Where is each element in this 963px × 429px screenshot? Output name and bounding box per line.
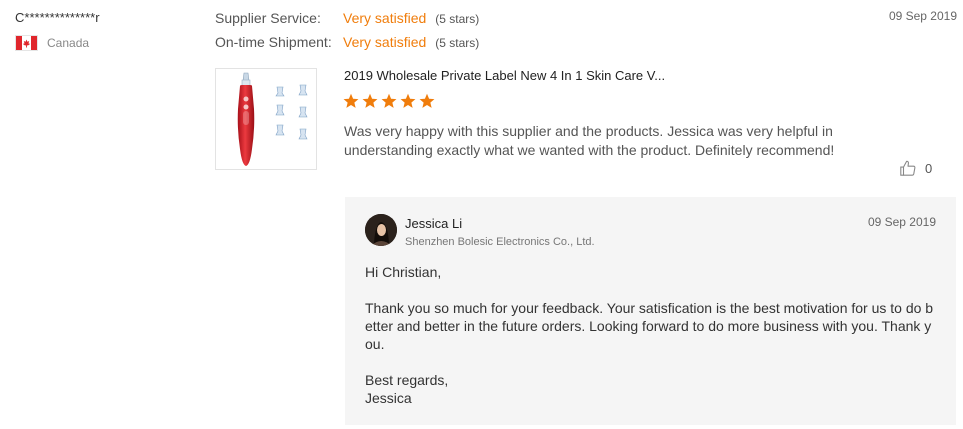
star-icon <box>381 93 397 108</box>
canada-flag-icon <box>15 35 38 51</box>
supplier-service-rating: Supplier Service: Very satisfied (5 star… <box>215 10 479 26</box>
rating-label: Supplier Service: <box>215 10 321 26</box>
reply-author-name: Jessica Li <box>405 216 463 231</box>
supplier-reply: Jessica Li Shenzhen Bolesic Electronics … <box>345 197 956 425</box>
reply-text: Hi Christian, Thank you so much for your… <box>365 263 939 407</box>
star-icon <box>362 93 378 108</box>
blackhead-remover-device-image <box>237 72 308 166</box>
reviewer-country: Canada <box>15 35 89 51</box>
reply-greeting: Hi Christian, <box>365 264 442 280</box>
review-date: 09 Sep 2019 <box>888 9 957 23</box>
rating-stars-text: (5 stars) <box>435 36 480 50</box>
reply-closing: Best regards, <box>365 372 449 388</box>
star-icon <box>419 93 435 108</box>
rating-stars <box>343 93 435 109</box>
product-title[interactable]: 2019 Wholesale Private Label New 4 In 1 … <box>344 68 665 83</box>
reply-signature: Jessica <box>365 390 412 406</box>
reply-date: 09 Sep 2019 <box>867 215 936 229</box>
reply-body: Thank you so much for your feedback. You… <box>365 300 934 352</box>
star-icon <box>400 93 416 108</box>
thumbs-up-icon <box>900 160 916 176</box>
rating-value: Very satisfied <box>343 34 427 50</box>
rating-label: On-time Shipment: <box>215 34 332 50</box>
like-button[interactable]: 0 <box>899 159 932 177</box>
star-icon <box>343 93 359 108</box>
country-label: Canada <box>47 36 90 50</box>
reviewer-name: C**************r <box>15 10 100 25</box>
avatar <box>365 214 397 246</box>
rating-value: Very satisfied <box>343 10 427 26</box>
rating-stars-text: (5 stars) <box>435 12 480 26</box>
like-count: 0 <box>925 160 933 176</box>
on-time-shipment-rating: On-time Shipment: Very satisfied (5 star… <box>215 34 479 50</box>
product-thumbnail[interactable] <box>215 68 317 170</box>
review-text: Was very happy with this supplier and th… <box>344 123 835 158</box>
reply-company[interactable]: Shenzhen Bolesic Electronics Co., Ltd. <box>405 236 595 248</box>
